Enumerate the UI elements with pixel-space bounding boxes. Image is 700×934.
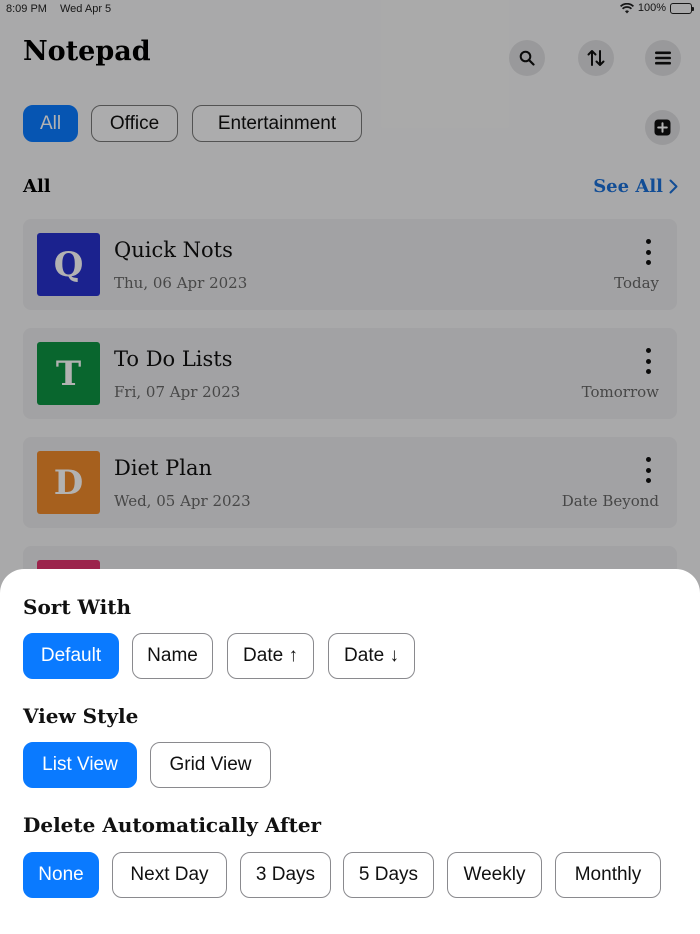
delete-next-day-option[interactable]: Next Day — [112, 852, 227, 898]
sort-date-desc-option[interactable]: Date ↓ — [328, 633, 415, 679]
delete-weekly-option[interactable]: Weekly — [447, 852, 542, 898]
delete-5-days-option[interactable]: 5 Days — [343, 852, 434, 898]
delete-monthly-option[interactable]: Monthly — [555, 852, 661, 898]
sort-with-heading: Sort With — [23, 595, 132, 619]
options-bottom-sheet: Sort With Default Name Date ↑ Date ↓ Vie… — [0, 569, 700, 934]
list-view-option[interactable]: List View — [23, 742, 137, 788]
grid-view-option[interactable]: Grid View — [150, 742, 271, 788]
view-style-heading: View Style — [23, 704, 139, 728]
delete-none-option[interactable]: None — [23, 852, 99, 898]
sort-default-option[interactable]: Default — [23, 633, 119, 679]
delete-after-heading: Delete Automatically After — [23, 813, 322, 837]
delete-3-days-option[interactable]: 3 Days — [240, 852, 331, 898]
sort-date-asc-option[interactable]: Date ↑ — [227, 633, 314, 679]
sort-name-option[interactable]: Name — [132, 633, 213, 679]
